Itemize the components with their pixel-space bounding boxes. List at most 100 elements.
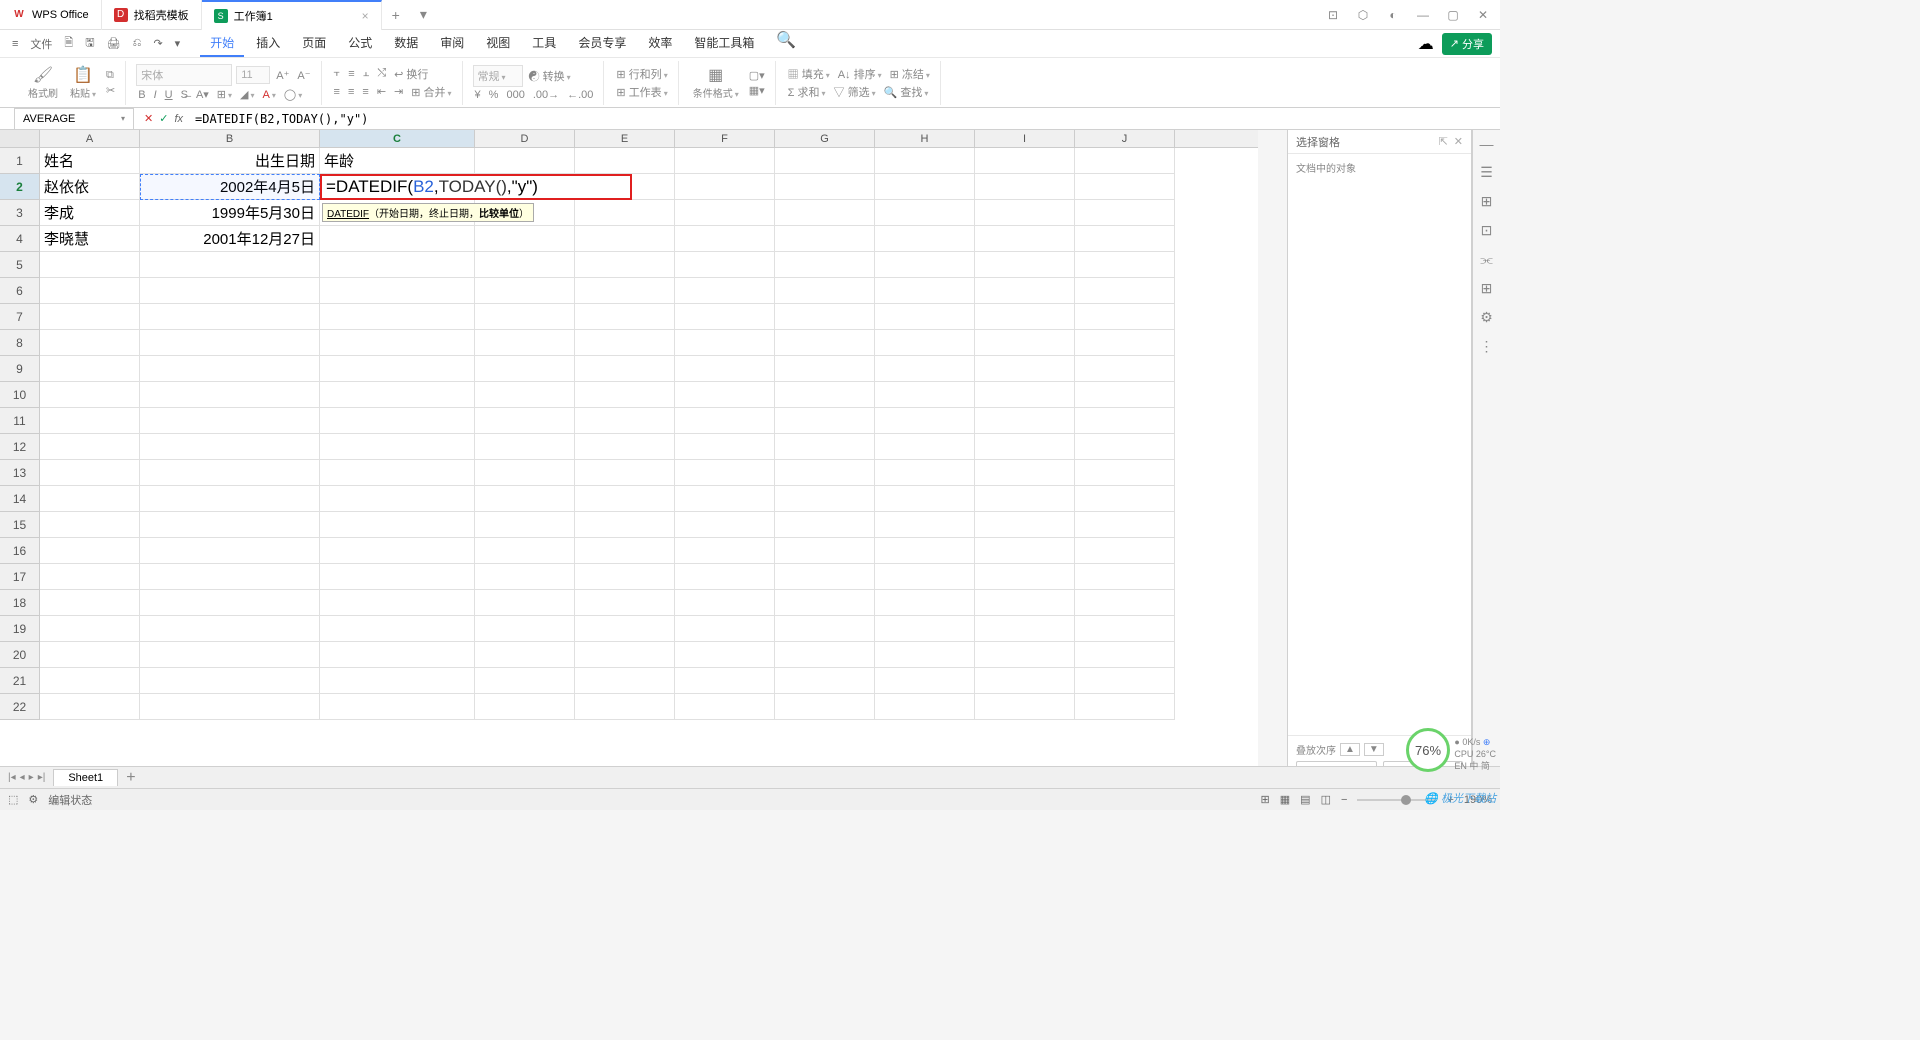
cell-C5[interactable]	[320, 252, 475, 278]
share-button[interactable]: ↗ 分享	[1442, 33, 1492, 55]
cell-A9[interactable]	[40, 356, 140, 382]
cell-G12[interactable]	[775, 434, 875, 460]
cell-E7[interactable]	[575, 304, 675, 330]
cell-A11[interactable]	[40, 408, 140, 434]
cell-E17[interactable]	[575, 564, 675, 590]
align-bottom-icon[interactable]: ⫠	[361, 67, 372, 80]
tab-insert[interactable]: 插入	[246, 30, 290, 57]
cell-D10[interactable]	[475, 382, 575, 408]
cell-J16[interactable]	[1075, 538, 1175, 564]
cell-I7[interactable]	[975, 304, 1075, 330]
collapse-icon[interactable]: —	[1480, 136, 1494, 152]
cell-E12[interactable]	[575, 434, 675, 460]
cell-D5[interactable]	[475, 252, 575, 278]
cell-E20[interactable]	[575, 642, 675, 668]
cell-H10[interactable]	[875, 382, 975, 408]
cell-D8[interactable]	[475, 330, 575, 356]
cell-B10[interactable]	[140, 382, 320, 408]
cell-G21[interactable]	[775, 668, 875, 694]
tab-page[interactable]: 页面	[292, 30, 336, 57]
cell-H6[interactable]	[875, 278, 975, 304]
cell-D1[interactable]	[475, 148, 575, 174]
cell-A14[interactable]	[40, 486, 140, 512]
cell-F12[interactable]	[675, 434, 775, 460]
cell-H5[interactable]	[875, 252, 975, 278]
cell-A6[interactable]	[40, 278, 140, 304]
cell-F11[interactable]	[675, 408, 775, 434]
cell-J10[interactable]	[1075, 382, 1175, 408]
cell-I14[interactable]	[975, 486, 1075, 512]
cell-D18[interactable]	[475, 590, 575, 616]
row-header-7[interactable]: 7	[0, 304, 40, 330]
cell-G18[interactable]	[775, 590, 875, 616]
cell-A2[interactable]: 赵依依	[40, 174, 140, 200]
row-header-12[interactable]: 12	[0, 434, 40, 460]
cell-F6[interactable]	[675, 278, 775, 304]
status-icon[interactable]: ⬚	[8, 793, 18, 806]
cell-E18[interactable]	[575, 590, 675, 616]
cell-H2[interactable]	[875, 174, 975, 200]
cell-I9[interactable]	[975, 356, 1075, 382]
font-name-select[interactable]: 宋体	[136, 64, 232, 86]
cell-D6[interactable]	[475, 278, 575, 304]
cell-C12[interactable]	[320, 434, 475, 460]
cell-H15[interactable]	[875, 512, 975, 538]
row-header-22[interactable]: 22	[0, 694, 40, 720]
formula-input[interactable]: =DATEDIF(B2,TODAY(),"y")	[189, 112, 1500, 126]
view-break-icon[interactable]: ▤	[1300, 793, 1310, 806]
layout-icon[interactable]: ⊡	[1324, 8, 1342, 22]
cell-H20[interactable]	[875, 642, 975, 668]
font-color-icon[interactable]: A	[261, 89, 278, 101]
cell-B12[interactable]	[140, 434, 320, 460]
indent-inc-icon[interactable]: ⇥	[392, 85, 405, 98]
cell-B18[interactable]	[140, 590, 320, 616]
cell-I22[interactable]	[975, 694, 1075, 720]
cell-B11[interactable]	[140, 408, 320, 434]
cell-J21[interactable]	[1075, 668, 1175, 694]
cell-J1[interactable]	[1075, 148, 1175, 174]
search-icon[interactable]: 🔍	[776, 30, 796, 57]
tab-review[interactable]: 审阅	[430, 30, 474, 57]
wrap-text-icon[interactable]: ↩ 换行	[392, 66, 430, 82]
cell-E4[interactable]	[575, 226, 675, 252]
cell-G22[interactable]	[775, 694, 875, 720]
number-format-select[interactable]: 常规	[473, 65, 523, 87]
row-header-13[interactable]: 13	[0, 460, 40, 486]
cell-J6[interactable]	[1075, 278, 1175, 304]
chevron-down-icon[interactable]: ▾	[121, 114, 125, 123]
find-button[interactable]: 🔍 查找	[882, 84, 931, 100]
cell-G6[interactable]	[775, 278, 875, 304]
cell-H4[interactable]	[875, 226, 975, 252]
cell-B4[interactable]: 2001年12月27日	[140, 226, 320, 252]
row-header-3[interactable]: 3	[0, 200, 40, 226]
confirm-formula-icon[interactable]: ✓	[159, 112, 168, 125]
cell-A21[interactable]	[40, 668, 140, 694]
qat-more-icon[interactable]: ▾	[171, 37, 185, 50]
cell-I11[interactable]	[975, 408, 1075, 434]
row-header-11[interactable]: 11	[0, 408, 40, 434]
freeze-button[interactable]: ⊞ 冻结	[888, 66, 932, 82]
qat-new-icon[interactable]: 🗎	[60, 34, 77, 53]
tab-smart[interactable]: 智能工具箱	[684, 30, 764, 57]
comma-icon[interactable]: 000	[504, 89, 526, 101]
row-header-17[interactable]: 17	[0, 564, 40, 590]
row-header-16[interactable]: 16	[0, 538, 40, 564]
cell-G7[interactable]	[775, 304, 875, 330]
currency-icon[interactable]: ¥	[473, 89, 483, 101]
cell-D13[interactable]	[475, 460, 575, 486]
cell-H3[interactable]	[875, 200, 975, 226]
col-header-G[interactable]: G	[775, 130, 875, 147]
cell-A4[interactable]: 李晓慧	[40, 226, 140, 252]
cell-H16[interactable]	[875, 538, 975, 564]
cell-E21[interactable]	[575, 668, 675, 694]
cell-E6[interactable]	[575, 278, 675, 304]
cell-A3[interactable]: 李成	[40, 200, 140, 226]
decimal-inc-icon[interactable]: .00→	[531, 89, 561, 101]
close-icon[interactable]: ×	[362, 9, 369, 23]
cell-B3[interactable]: 1999年5月30日	[140, 200, 320, 226]
cell-H13[interactable]	[875, 460, 975, 486]
increase-font-icon[interactable]: A⁺	[274, 69, 291, 82]
border-icon[interactable]: ⊞	[215, 88, 234, 101]
font-more-icon[interactable]: A▾	[194, 88, 211, 101]
cell-C14[interactable]	[320, 486, 475, 512]
